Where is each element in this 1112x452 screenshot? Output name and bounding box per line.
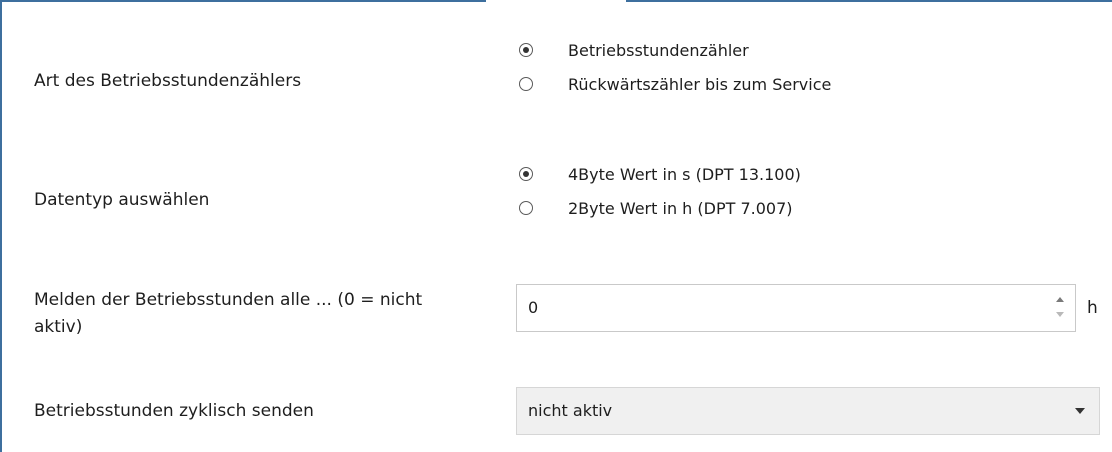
art-label: Art des Betriebsstundenzählers xyxy=(34,71,302,91)
melden-value[interactable]: 0 xyxy=(528,298,538,317)
art-option-label: Betriebsstundenzähler xyxy=(568,40,749,60)
melden-label-line2: aktiv) xyxy=(34,317,83,337)
datentyp-option-2byte[interactable]: 2Byte Wert in h (DPT 7.007) xyxy=(519,191,801,225)
art-option-label: Rückwärtszähler bis zum Service xyxy=(568,74,832,94)
datentyp-option-label: 4Byte Wert in s (DPT 13.100) xyxy=(568,164,801,184)
radio-unchecked-icon[interactable] xyxy=(519,77,533,91)
art-radio-group: Betriebsstundenzähler Rückwärtszähler bi… xyxy=(519,33,831,101)
zyklisch-label: Betriebsstunden zyklisch senden xyxy=(34,401,314,421)
panel-border-gap xyxy=(486,0,626,2)
datentyp-label: Datentyp auswählen xyxy=(34,190,210,210)
radio-unchecked-icon[interactable] xyxy=(519,201,533,215)
radio-checked-icon[interactable] xyxy=(519,167,533,181)
melden-unit: h xyxy=(1087,298,1098,318)
melden-number-input[interactable]: 0 xyxy=(516,284,1076,332)
spin-up-icon[interactable] xyxy=(1056,297,1064,302)
zyklisch-selected-value: nicht aktiv xyxy=(528,401,613,420)
melden-label-line1: Melden der Betriebsstunden alle ... (0 =… xyxy=(34,290,423,310)
art-option-rueckwaertszaehler[interactable]: Rückwärtszähler bis zum Service xyxy=(519,67,831,101)
parameter-panel: Art des Betriebsstundenzählers Betriebss… xyxy=(0,0,1112,452)
radio-checked-icon[interactable] xyxy=(519,43,533,57)
datentyp-radio-group: 4Byte Wert in s (DPT 13.100) 2Byte Wert … xyxy=(519,157,801,225)
art-option-betriebsstundenzaehler[interactable]: Betriebsstundenzähler xyxy=(519,33,831,67)
spin-down-icon[interactable] xyxy=(1056,312,1064,317)
datentyp-option-4byte[interactable]: 4Byte Wert in s (DPT 13.100) xyxy=(519,157,801,191)
spin-stepper[interactable] xyxy=(1055,294,1065,322)
chevron-down-icon[interactable] xyxy=(1075,408,1085,414)
zyklisch-select[interactable]: nicht aktiv xyxy=(516,387,1100,435)
panel-border-left xyxy=(0,0,2,452)
datentyp-option-label: 2Byte Wert in h (DPT 7.007) xyxy=(568,198,793,218)
